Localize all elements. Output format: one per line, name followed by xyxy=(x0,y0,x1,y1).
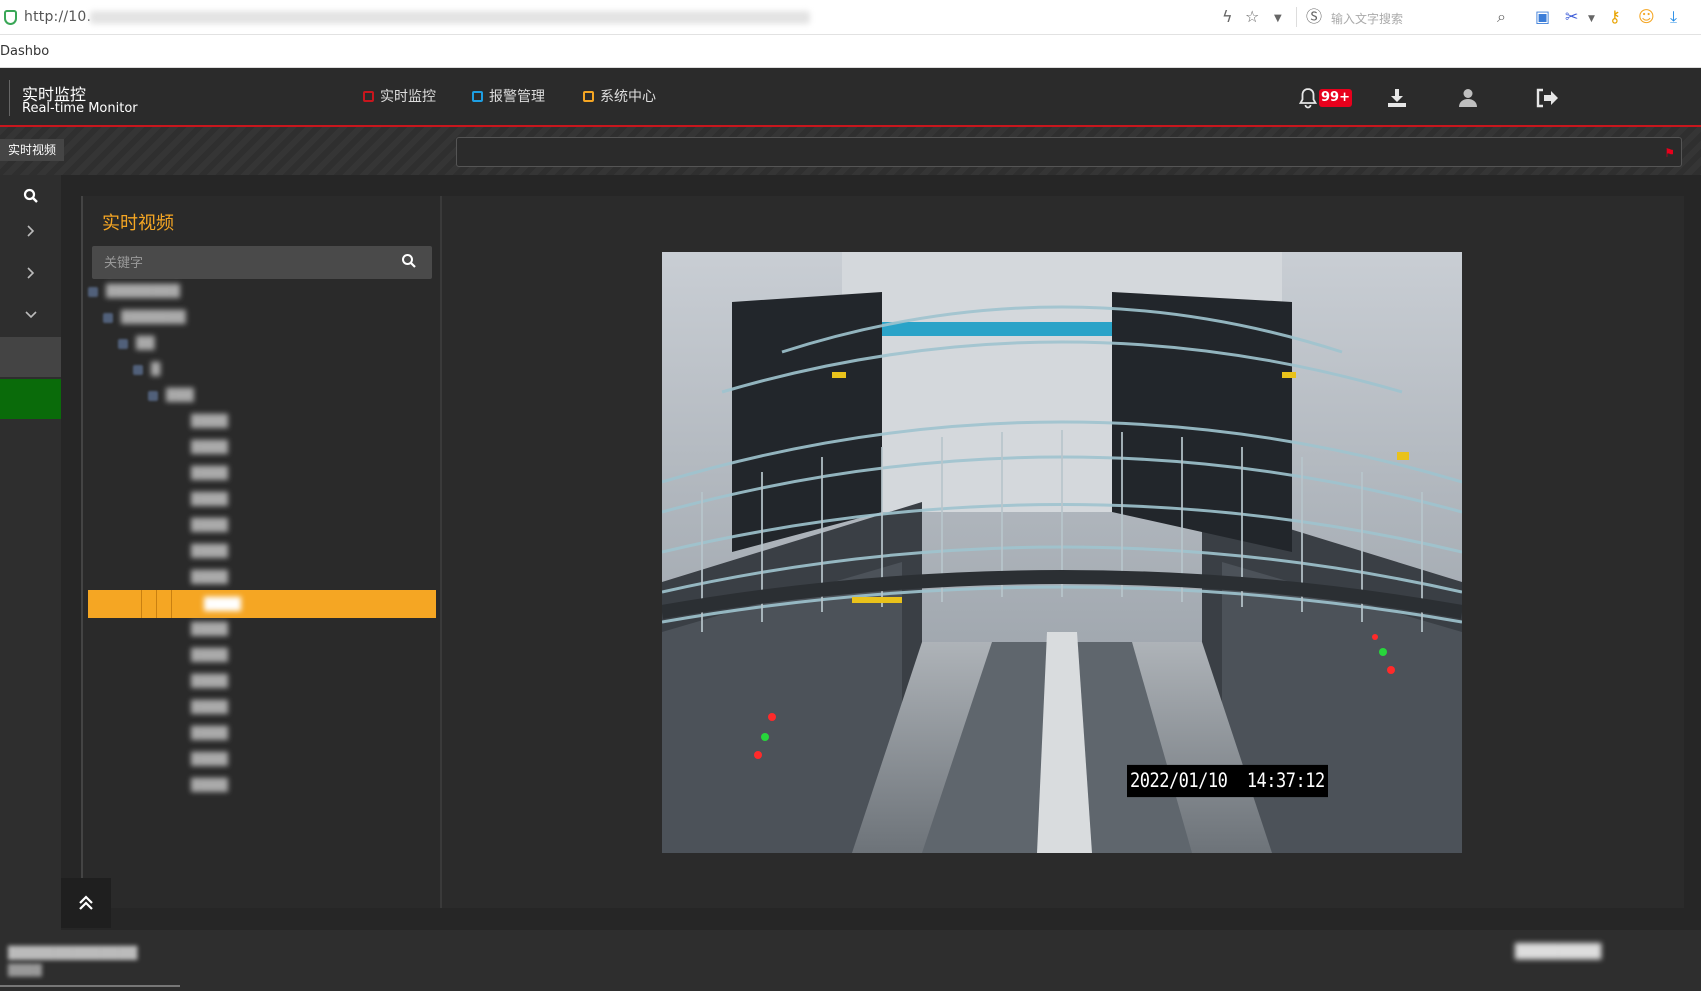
star-icon[interactable]: ☆ xyxy=(1245,7,1259,27)
browser-address-bar: http://10. ϟ ☆ ▼ Ⓢ 输入文字搜索 ⌕ ▣ ✂ ▼ ⚷ ☺ ⤓ xyxy=(0,0,1701,35)
camera-feed-image xyxy=(662,252,1462,853)
address-url[interactable]: http://10. xyxy=(24,9,91,25)
scroll-to-top-button[interactable] xyxy=(61,878,111,928)
user-icon[interactable] xyxy=(1456,86,1482,112)
nav-chevron-right-icon[interactable] xyxy=(0,253,61,293)
tab-alarm-management[interactable]: 报警管理 xyxy=(472,86,545,127)
tab-system-center[interactable]: 系统中心 xyxy=(583,86,656,127)
tree-guide-line xyxy=(171,590,172,618)
address-url-blurred xyxy=(90,11,810,24)
tree-node-label: ████ xyxy=(191,752,228,766)
smiley-icon[interactable]: ☺ xyxy=(1638,7,1655,27)
tree-guide-line xyxy=(156,590,157,618)
sogou-search-icon: Ⓢ xyxy=(1306,7,1323,26)
flag-icon: ⚑ xyxy=(1664,146,1675,160)
browser-search-input[interactable]: 输入文字搜索 xyxy=(1331,10,1403,27)
tree-node-label: ████ xyxy=(191,544,228,558)
main-content: 实时视频 ███████████████████████████████████… xyxy=(0,175,1701,930)
subtab-realtime-video[interactable]: 实时视频 xyxy=(0,139,65,161)
footer-right-text: ████████ xyxy=(1515,944,1602,960)
nav-item-active[interactable] xyxy=(0,379,61,419)
left-nav xyxy=(0,175,61,930)
tab-square-icon xyxy=(583,91,594,102)
sub-toolbar: 实时视频 ⚑ xyxy=(0,127,1701,175)
tab-realtime-monitor[interactable]: 实时监控 xyxy=(355,86,464,129)
tab-label: 系统中心 xyxy=(600,89,656,105)
bookmarks-bar: Dashbo xyxy=(0,36,1701,68)
app-subtitle: Real-time Monitor xyxy=(22,101,138,116)
chevron-down-icon[interactable]: ▼ xyxy=(1588,9,1595,29)
header-divider xyxy=(9,80,10,116)
lightning-icon[interactable]: ϟ xyxy=(1222,7,1233,27)
tree-node-label: ████ xyxy=(191,674,228,688)
video-timestamp: 2022/01/10 14:37:12 xyxy=(1127,764,1328,798)
tree-node-label: ████ xyxy=(191,492,228,506)
scissors-icon[interactable]: ✂ xyxy=(1565,7,1578,27)
subbar-input[interactable]: ⚑ xyxy=(456,137,1682,167)
download-icon[interactable]: ⤓ xyxy=(1670,7,1677,27)
tree-node-label: ███████ xyxy=(121,310,186,324)
key-icon[interactable]: ⚷ xyxy=(1609,7,1621,27)
nav-chevron-down-icon[interactable] xyxy=(0,295,61,335)
tree-node-label: █ xyxy=(151,362,161,376)
tree-search-input[interactable] xyxy=(92,246,432,279)
search-icon[interactable] xyxy=(401,253,421,273)
address-separator xyxy=(1296,7,1297,27)
tree-node-label: ████ xyxy=(204,597,241,611)
double-chevron-up-icon xyxy=(79,895,93,910)
tree-node-label: ████ xyxy=(191,414,228,428)
tree-node-label: ████ xyxy=(191,648,228,662)
tab-square-icon xyxy=(472,91,483,102)
footer-subtext: ████ xyxy=(8,964,42,977)
video-player[interactable]: 2022/01/10 14:37:12 xyxy=(662,252,1462,853)
tree-title: 实时视频 xyxy=(102,213,174,234)
tree-node-label: ████ xyxy=(191,700,228,714)
tree-node-label: ████ xyxy=(191,440,228,454)
expand-toggle-icon[interactable] xyxy=(88,287,98,297)
tab-label: 实时监控 xyxy=(380,89,436,105)
tab-square-icon xyxy=(363,91,374,102)
download-icon[interactable] xyxy=(1385,86,1411,112)
tree-node-label: ████ xyxy=(191,570,228,584)
nav-item-gray[interactable] xyxy=(0,337,61,377)
chevron-down-icon[interactable]: ▼ xyxy=(1274,9,1282,29)
tree-node-label: ████ xyxy=(191,622,228,636)
expand-toggle-icon[interactable] xyxy=(103,313,113,323)
expand-toggle-icon[interactable] xyxy=(133,365,143,375)
footer-progress-line xyxy=(0,985,180,987)
tree-guide-line xyxy=(141,590,142,618)
tree-node-selected[interactable]: ████ xyxy=(88,590,436,618)
footer: ██████████████ ████ ████████ xyxy=(0,930,1701,991)
tree-node-label: ████████ xyxy=(106,284,180,298)
app-header: 实时监控 Real-time Monitor 实时监控 报警管理 系统中心 99… xyxy=(0,68,1701,129)
tree-node-label: ████ xyxy=(191,518,228,532)
video-area: 2022/01/10 14:37:12 xyxy=(442,196,1684,908)
tree-node-label: ███ xyxy=(166,388,194,402)
logout-icon[interactable] xyxy=(1534,86,1560,112)
tree-node-label: ████ xyxy=(191,778,228,792)
expand-toggle-icon[interactable] xyxy=(118,339,128,349)
tab-label: 报警管理 xyxy=(489,89,545,105)
notification-badge: 99+ xyxy=(1319,89,1352,107)
tree-node-label: ████ xyxy=(191,726,228,740)
expand-toggle-icon[interactable] xyxy=(148,391,158,401)
tree-node-label: ████ xyxy=(191,466,228,480)
content-panel: 实时视频 ███████████████████████████████████… xyxy=(81,196,1684,908)
search-icon[interactable]: ⌕ xyxy=(1497,7,1506,27)
nav-search-icon[interactable] xyxy=(0,176,61,216)
footer-text: ██████████████ xyxy=(8,946,138,960)
secure-shield-icon xyxy=(4,10,17,25)
bookmark-item[interactable]: Dashbo xyxy=(0,44,49,59)
extension-icon[interactable]: ▣ xyxy=(1535,7,1550,27)
tree-node-label: ██ xyxy=(136,336,155,350)
device-tree-panel: 实时视频 ███████████████████████████████████… xyxy=(83,196,442,908)
nav-chevron-right-icon[interactable] xyxy=(0,211,61,251)
